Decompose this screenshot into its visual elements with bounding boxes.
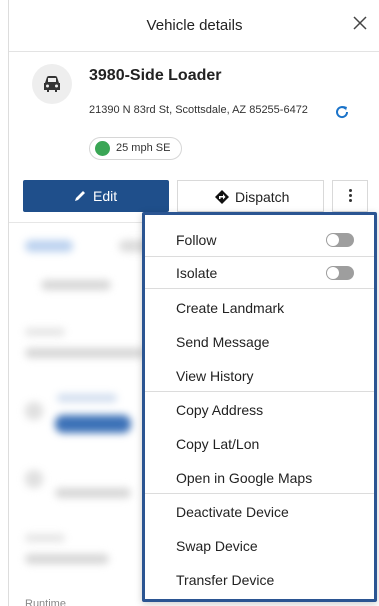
blurred-text bbox=[25, 328, 65, 336]
menu-item-copy-latlon[interactable]: Copy Lat/Lon bbox=[145, 427, 374, 461]
menu-item-open-google-maps[interactable]: Open in Google Maps bbox=[145, 461, 374, 495]
menu-item-copy-address[interactable]: Copy Address bbox=[145, 393, 374, 427]
blurred-button bbox=[55, 415, 131, 433]
panel-header: Vehicle details bbox=[9, 0, 379, 52]
menu-item-label: Follow bbox=[176, 232, 217, 248]
pencil-icon bbox=[75, 191, 85, 201]
refresh-icon[interactable] bbox=[334, 104, 350, 120]
menu-divider bbox=[145, 288, 374, 289]
speed-text: 25 mph SE bbox=[116, 142, 171, 154]
blurred-icon bbox=[25, 402, 43, 420]
menu-item-swap-device[interactable]: Swap Device bbox=[145, 529, 374, 563]
menu-item-label: Copy Address bbox=[176, 402, 264, 418]
menu-divider bbox=[145, 493, 374, 494]
blurred-text bbox=[25, 554, 109, 564]
blurred-text bbox=[41, 280, 111, 290]
panel-title: Vehicle details bbox=[146, 17, 243, 34]
directions-icon bbox=[215, 190, 229, 204]
menu-item-label: Transfer Device bbox=[176, 572, 275, 588]
blurred-text bbox=[55, 488, 131, 498]
menu-item-follow[interactable]: Follow bbox=[145, 223, 374, 257]
more-vertical-icon bbox=[349, 189, 352, 204]
follow-toggle[interactable] bbox=[326, 233, 354, 247]
more-options-menu: Follow Isolate Create Landmark Send Mess… bbox=[142, 212, 377, 602]
edit-button[interactable]: Edit bbox=[23, 180, 169, 212]
blurred-text bbox=[25, 348, 145, 358]
menu-item-label: Send Message bbox=[176, 334, 270, 350]
menu-item-transfer-device[interactable]: Transfer Device bbox=[145, 563, 374, 597]
menu-item-label: Create Landmark bbox=[176, 300, 285, 316]
menu-item-create-landmark[interactable]: Create Landmark bbox=[145, 291, 374, 325]
menu-divider bbox=[145, 391, 374, 392]
menu-item-label: Deactivate Device bbox=[176, 504, 289, 520]
menu-item-isolate[interactable]: Isolate bbox=[145, 256, 374, 290]
vehicle-address: 21390 N 83rd St, Scottsdale, AZ 85255-64… bbox=[89, 104, 308, 116]
isolate-toggle[interactable] bbox=[326, 266, 354, 280]
menu-item-label: Isolate bbox=[176, 265, 218, 281]
vehicle-name: 3980-Side Loader bbox=[89, 67, 222, 84]
divider bbox=[9, 222, 159, 223]
dispatch-button[interactable]: Dispatch bbox=[177, 180, 324, 212]
dispatch-button-label: Dispatch bbox=[235, 189, 290, 205]
speed-badge: 25 mph SE bbox=[89, 137, 182, 160]
status-dot bbox=[95, 141, 110, 156]
menu-item-label: Open in Google Maps bbox=[176, 470, 313, 486]
edit-button-label: Edit bbox=[93, 188, 118, 204]
menu-item-label: Copy Lat/Lon bbox=[176, 436, 260, 452]
car-icon bbox=[44, 76, 60, 92]
blurred-icon bbox=[25, 470, 43, 488]
menu-item-label: Swap Device bbox=[176, 538, 258, 554]
close-icon[interactable] bbox=[350, 13, 370, 33]
blurred-tab bbox=[25, 240, 73, 252]
runtime-label: Runtime bbox=[25, 598, 66, 606]
vehicle-avatar bbox=[32, 64, 72, 104]
blurred-content bbox=[9, 222, 159, 606]
menu-item-view-history[interactable]: View History bbox=[145, 359, 374, 393]
menu-item-send-message[interactable]: Send Message bbox=[145, 325, 374, 359]
blurred-text bbox=[25, 534, 65, 542]
menu-item-deactivate-device[interactable]: Deactivate Device bbox=[145, 495, 374, 529]
menu-item-label: View History bbox=[176, 368, 254, 384]
more-options-button[interactable] bbox=[332, 180, 368, 212]
blurred-text bbox=[57, 394, 117, 402]
